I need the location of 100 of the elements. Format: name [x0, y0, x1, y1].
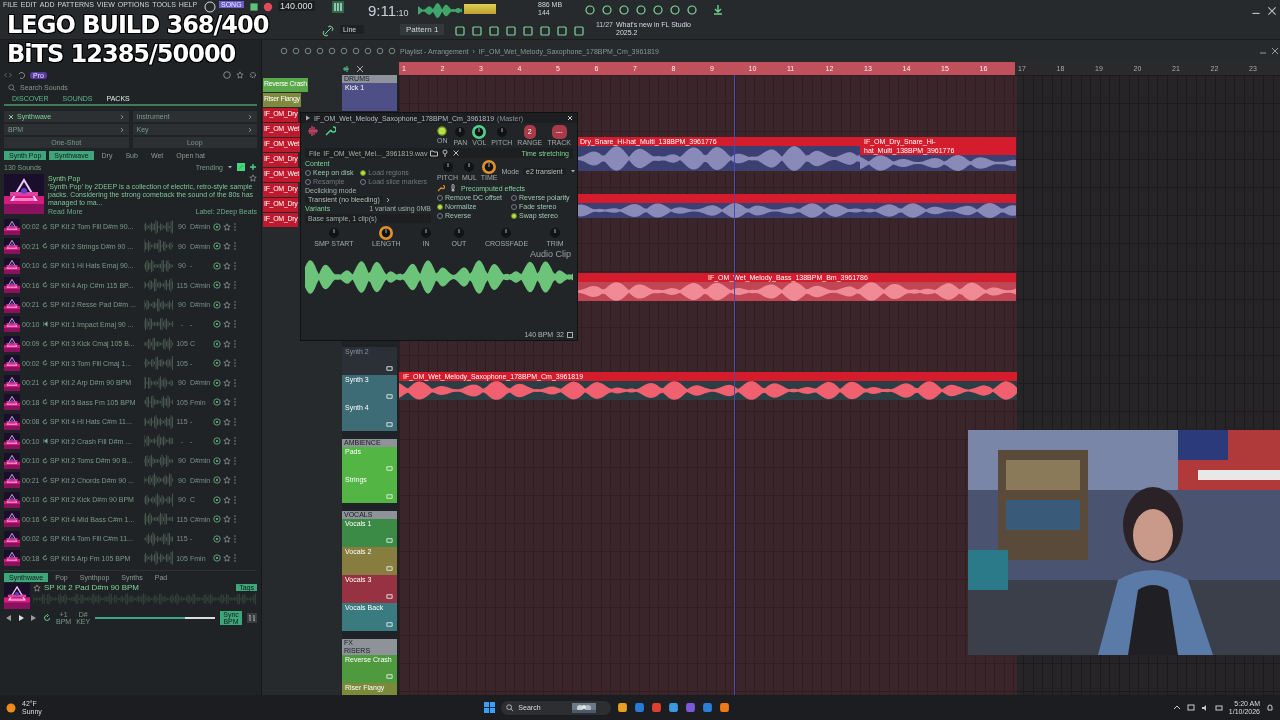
play-circle-icon[interactable]	[213, 320, 221, 329]
star-icon[interactable]	[223, 554, 231, 563]
toolbar-icon[interactable]	[601, 4, 613, 16]
loop-icon[interactable]	[43, 614, 51, 622]
close-icon[interactable]	[1270, 47, 1279, 55]
star-icon[interactable]	[223, 534, 231, 543]
next-icon[interactable]	[30, 614, 38, 622]
notification-icon[interactable]	[1266, 703, 1274, 712]
knob[interactable]	[472, 125, 487, 139]
add-icon[interactable]	[249, 163, 257, 171]
play-circle-icon[interactable]	[213, 378, 221, 387]
star-icon[interactable]	[223, 339, 231, 348]
toolbar-icon[interactable]	[505, 25, 517, 37]
toolbar-icon[interactable]	[539, 25, 551, 37]
toolbar-icon[interactable]	[669, 4, 681, 16]
tempo-display[interactable]: 140.000	[278, 1, 315, 11]
play-circle-icon[interactable]	[213, 242, 221, 251]
play-circle-icon[interactable]	[213, 281, 221, 290]
star-icon[interactable]	[223, 261, 231, 270]
toolbar-icon[interactable]	[471, 25, 483, 37]
toolbar-icon[interactable]	[488, 25, 500, 37]
app-icon[interactable]	[617, 702, 629, 713]
play-circle-icon[interactable]	[213, 222, 221, 231]
play-circle-icon[interactable]	[213, 495, 221, 504]
play-circle-icon[interactable]	[213, 339, 221, 348]
play-circle-icon[interactable]	[213, 300, 221, 309]
volume-icon[interactable]	[1200, 703, 1209, 712]
check-circle-icon[interactable]	[223, 71, 231, 79]
power-light[interactable]	[436, 125, 449, 137]
play-circle-icon[interactable]	[213, 359, 221, 368]
toolbar-icon[interactable]	[584, 4, 596, 16]
star-icon[interactable]	[223, 476, 231, 485]
star-icon[interactable]	[223, 515, 231, 524]
mixer-icon[interactable]	[332, 1, 344, 13]
app-icon[interactable]	[668, 702, 680, 713]
play-circle-icon[interactable]	[213, 476, 221, 485]
app-icon[interactable]	[634, 702, 646, 713]
grid-icon[interactable]	[567, 331, 573, 338]
start-icon[interactable]	[484, 702, 496, 713]
star-icon[interactable]	[223, 456, 231, 465]
star-icon[interactable]	[223, 242, 231, 251]
star-icon[interactable]	[223, 417, 231, 426]
stop-icon[interactable]	[248, 1, 260, 13]
undo-icon[interactable]	[17, 71, 25, 79]
pin-icon[interactable]	[441, 149, 450, 157]
play-circle-icon[interactable]	[213, 437, 221, 446]
settings-icon[interactable]	[249, 71, 257, 79]
record-icon[interactable]	[204, 1, 216, 13]
play-circle-icon[interactable]	[213, 417, 221, 426]
star-icon[interactable]	[223, 320, 231, 329]
app-icon[interactable]	[702, 702, 714, 713]
link-icon[interactable]	[322, 25, 334, 37]
toolbar-icon[interactable]	[635, 4, 647, 16]
toolbar-icon[interactable]	[556, 25, 568, 37]
play-circle-icon[interactable]	[213, 261, 221, 270]
close-icon[interactable]	[567, 115, 573, 121]
thermometer-icon[interactable]	[449, 184, 457, 192]
play-circle-icon[interactable]	[213, 554, 221, 563]
app-icon[interactable]	[719, 702, 731, 713]
star-icon[interactable]	[223, 222, 231, 231]
swap-icon[interactable]	[247, 613, 257, 623]
caret-icon[interactable]	[305, 115, 311, 121]
battery-icon[interactable]	[1214, 703, 1223, 712]
play-icon[interactable]	[17, 614, 25, 622]
close-icon[interactable]	[1266, 5, 1278, 17]
pattern-selector[interactable]: Pattern 1	[400, 24, 445, 35]
waveform-icon[interactable]	[307, 125, 319, 137]
play-circle-icon[interactable]	[213, 398, 221, 407]
toolbar-icon[interactable]	[522, 25, 534, 37]
record-icon[interactable]	[262, 1, 274, 13]
app-icon[interactable]	[651, 702, 663, 713]
knob[interactable]	[379, 226, 394, 240]
close-icon[interactable]	[356, 64, 364, 73]
star-icon[interactable]	[223, 495, 231, 504]
star-icon[interactable]	[33, 583, 41, 592]
weather-icon[interactable]	[6, 702, 16, 713]
star-icon[interactable]	[249, 174, 257, 182]
waveform-icon[interactable]	[342, 64, 350, 73]
previous-icon[interactable]	[4, 614, 12, 622]
folder-icon[interactable]	[430, 149, 439, 157]
play-circle-icon[interactable]	[213, 534, 221, 543]
play-circle-icon[interactable]	[213, 456, 221, 465]
star-icon[interactable]	[223, 437, 231, 446]
star-icon[interactable]	[223, 281, 231, 290]
toolbar-icon[interactable]	[686, 4, 698, 16]
star-icon[interactable]	[223, 378, 231, 387]
toolbar-icon[interactable]	[618, 4, 630, 16]
download-icon[interactable]	[712, 4, 724, 16]
star-icon[interactable]	[223, 359, 231, 368]
play-circle-icon[interactable]	[213, 515, 221, 524]
chevron-up-icon[interactable]	[1172, 703, 1181, 712]
close-icon[interactable]	[452, 149, 461, 157]
star-icon[interactable]	[223, 398, 231, 407]
clear-icon[interactable]	[8, 113, 14, 120]
star-icon[interactable]	[236, 71, 244, 79]
audio-clip[interactable]	[578, 194, 1016, 218]
toolbar-icon[interactable]	[454, 25, 466, 37]
toolbar-icon[interactable]	[652, 4, 664, 16]
knob[interactable]	[482, 160, 497, 174]
app-icon[interactable]	[685, 702, 697, 713]
